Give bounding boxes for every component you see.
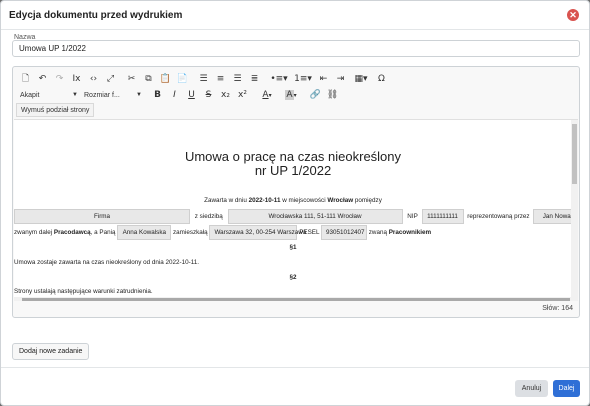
horizontal-scrollbar-thumb[interactable] bbox=[22, 298, 570, 301]
represented-text: reprezentowaną przez bbox=[467, 213, 530, 220]
background-color-icon: A bbox=[285, 90, 294, 100]
subscript-button[interactable]: x₂ bbox=[217, 88, 234, 103]
align-justify-icon[interactable]: ≣ bbox=[246, 72, 263, 87]
concluded-mid: w miejscowości bbox=[280, 197, 328, 204]
company-field[interactable]: Firma bbox=[14, 209, 190, 224]
paste-icon[interactable]: 📋 bbox=[157, 72, 174, 87]
section-2-heading: §2 bbox=[289, 274, 297, 281]
clear-format-icon[interactable]: Ix bbox=[68, 72, 85, 87]
bold-button[interactable]: B bbox=[149, 88, 166, 103]
chevron-down-icon: ▾ bbox=[293, 91, 297, 99]
seat-text: z siedzibą bbox=[194, 213, 223, 220]
chevron-down-icon: ▾ bbox=[268, 91, 272, 99]
paragraph-select[interactable]: Akapit ▼ bbox=[17, 89, 81, 102]
cut-icon[interactable]: ✂ bbox=[123, 72, 140, 87]
vertical-scrollbar-thumb[interactable] bbox=[572, 124, 577, 184]
rich-text-editor: 🗋 ↶ ↷ Ix ‹› ⤢ ✂ ⧉ 📋 📄 ☰ ≡ ☰ ≣ •≡▾ 1≡▾ ⇤ … bbox=[12, 66, 580, 318]
vertical-scrollbar[interactable] bbox=[571, 120, 578, 297]
new-document-icon[interactable]: 🗋 bbox=[17, 72, 34, 87]
superscript-button[interactable]: x² bbox=[234, 88, 251, 103]
dialog-title: Edycja dokumentu przed wydrukiem bbox=[9, 9, 183, 21]
parties-line-1: Firma z siedzibą Wrocławska 111, 51-111 … bbox=[14, 209, 578, 224]
copy-icon[interactable]: ⧉ bbox=[140, 72, 157, 87]
nip-field[interactable]: 1111111111 bbox=[421, 209, 464, 224]
toolbar-row-2: Akapit ▼ Rozmiar f... ▼ B I U S x₂ x² A ▾ A… bbox=[17, 87, 341, 103]
cancel-button[interactable]: Anuluj bbox=[515, 380, 548, 397]
section-1-text: Umowa zostaje zawarta na czas nieokreślo… bbox=[14, 259, 200, 266]
add-new-task-button[interactable]: Dodaj nowe zadanie bbox=[12, 343, 90, 360]
indent-icon[interactable]: ⇥ bbox=[332, 72, 349, 87]
underline-button[interactable]: U bbox=[183, 88, 200, 103]
italic-button[interactable]: I bbox=[166, 88, 183, 103]
chevron-down-icon: ▼ bbox=[72, 92, 78, 98]
redo-icon[interactable]: ↷ bbox=[51, 72, 68, 87]
text-color-button[interactable]: A ▾ bbox=[255, 88, 279, 103]
horizontal-scrollbar[interactable] bbox=[14, 297, 578, 301]
align-left-icon[interactable]: ☰ bbox=[195, 72, 212, 87]
font-size-select[interactable]: Rozmiar f... ▼ bbox=[81, 89, 145, 102]
document-title-line-2: nr UP 1/2022 bbox=[254, 163, 332, 178]
pesel-field[interactable]: 93051012407 bbox=[321, 225, 368, 240]
next-button[interactable]: Dalej bbox=[553, 380, 580, 397]
force-page-break-button[interactable]: Wymuś podział strony bbox=[16, 103, 95, 117]
link-icon[interactable]: 🔗 bbox=[307, 88, 324, 103]
name-input[interactable]: Umowa UP 1/2022 bbox=[12, 40, 580, 57]
employee-word: Pracownikiem bbox=[388, 229, 432, 236]
called2-prefix: zwaną bbox=[368, 229, 389, 236]
toolbar-row-1: 🗋 ↶ ↷ Ix ‹› ⤢ ✂ ⧉ 📋 📄 ☰ ≡ ☰ ≣ •≡▾ 1≡▾ ⇤ … bbox=[17, 71, 390, 87]
document-content-area[interactable]: Umowa o pracę na czas nieokreślony nr UP… bbox=[14, 119, 578, 301]
parties-line-2: zwanym dalej Pracodawcą, a Panią Anna Ko… bbox=[14, 225, 431, 240]
company-address-field[interactable]: Wrocławska 111, 51-111 Wrocław bbox=[227, 209, 403, 224]
concluded-city: Wrocław bbox=[327, 197, 354, 204]
dialog-header: Edycja dokumentu przed wydrukiem ✕ bbox=[1, 1, 589, 30]
residing-text: zamieszkałą bbox=[173, 229, 208, 236]
strikethrough-button[interactable]: S bbox=[200, 88, 217, 103]
concluded-date: 2022-10-11 bbox=[248, 197, 281, 204]
fullscreen-icon[interactable]: ⤢ bbox=[102, 72, 119, 87]
paste-text-icon[interactable]: 📄 bbox=[174, 72, 191, 87]
chevron-down-icon: ▼ bbox=[136, 92, 142, 98]
numbered-list-icon[interactable]: 1≡▾ bbox=[291, 72, 315, 87]
employer-word: Pracodawcą bbox=[53, 229, 91, 236]
font-size-select-value: Rozmiar f... bbox=[84, 91, 120, 99]
source-code-icon[interactable]: ‹› bbox=[85, 72, 102, 87]
outdent-icon[interactable]: ⇤ bbox=[315, 72, 332, 87]
bullet-list-icon[interactable]: •≡▾ bbox=[267, 72, 291, 87]
align-center-icon[interactable]: ≡ bbox=[212, 72, 229, 87]
employee-address-field[interactable]: Warszawa 32, 00-254 Warszawa bbox=[209, 225, 306, 240]
concluded-prefix: Zawarta w dniu bbox=[204, 197, 249, 204]
table-icon[interactable]: ▦▾ bbox=[349, 72, 373, 87]
unlink-icon[interactable]: ⛓ bbox=[324, 88, 341, 103]
special-char-icon[interactable]: Ω bbox=[373, 72, 390, 87]
document-title-line-1: Umowa o pracę na czas nieokreślony bbox=[184, 149, 402, 164]
section-1-heading: §1 bbox=[289, 244, 297, 251]
concluded-line: Zawarta w dniu 2022-10-11 w miejscowości… bbox=[14, 197, 572, 204]
nip-label: NIP bbox=[407, 213, 418, 220]
employee-name-field[interactable]: Anna Kowalska bbox=[117, 225, 172, 240]
word-count: Słów: 164 bbox=[542, 305, 573, 312]
paragraph-select-value: Akapit bbox=[20, 91, 40, 99]
dialog-footer: Anuluj Dalej bbox=[1, 367, 589, 405]
dialog-body: Nazwa Umowa UP 1/2022 🗋 ↶ ↷ Ix ‹› ⤢ ✂ ⧉ … bbox=[1, 30, 589, 367]
undo-icon[interactable]: ↶ bbox=[34, 72, 51, 87]
edit-document-dialog: Edycja dokumentu przed wydrukiem ✕ Nazwa… bbox=[0, 0, 590, 406]
concluded-suffix: pomiędzy bbox=[353, 197, 382, 204]
background-color-button[interactable]: A ▾ bbox=[279, 88, 303, 103]
align-right-icon[interactable]: ☰ bbox=[229, 72, 246, 87]
close-icon[interactable]: ✕ bbox=[567, 9, 579, 21]
document-page: Umowa o pracę na czas nieokreślony nr UP… bbox=[14, 120, 578, 297]
called-prefix: zwanym dalej bbox=[14, 229, 54, 236]
pesel-label: PESEL bbox=[299, 229, 320, 236]
and-text: , a Panią bbox=[90, 229, 116, 236]
section-2-text: Strony ustalają następujące warunki zatr… bbox=[14, 288, 153, 295]
